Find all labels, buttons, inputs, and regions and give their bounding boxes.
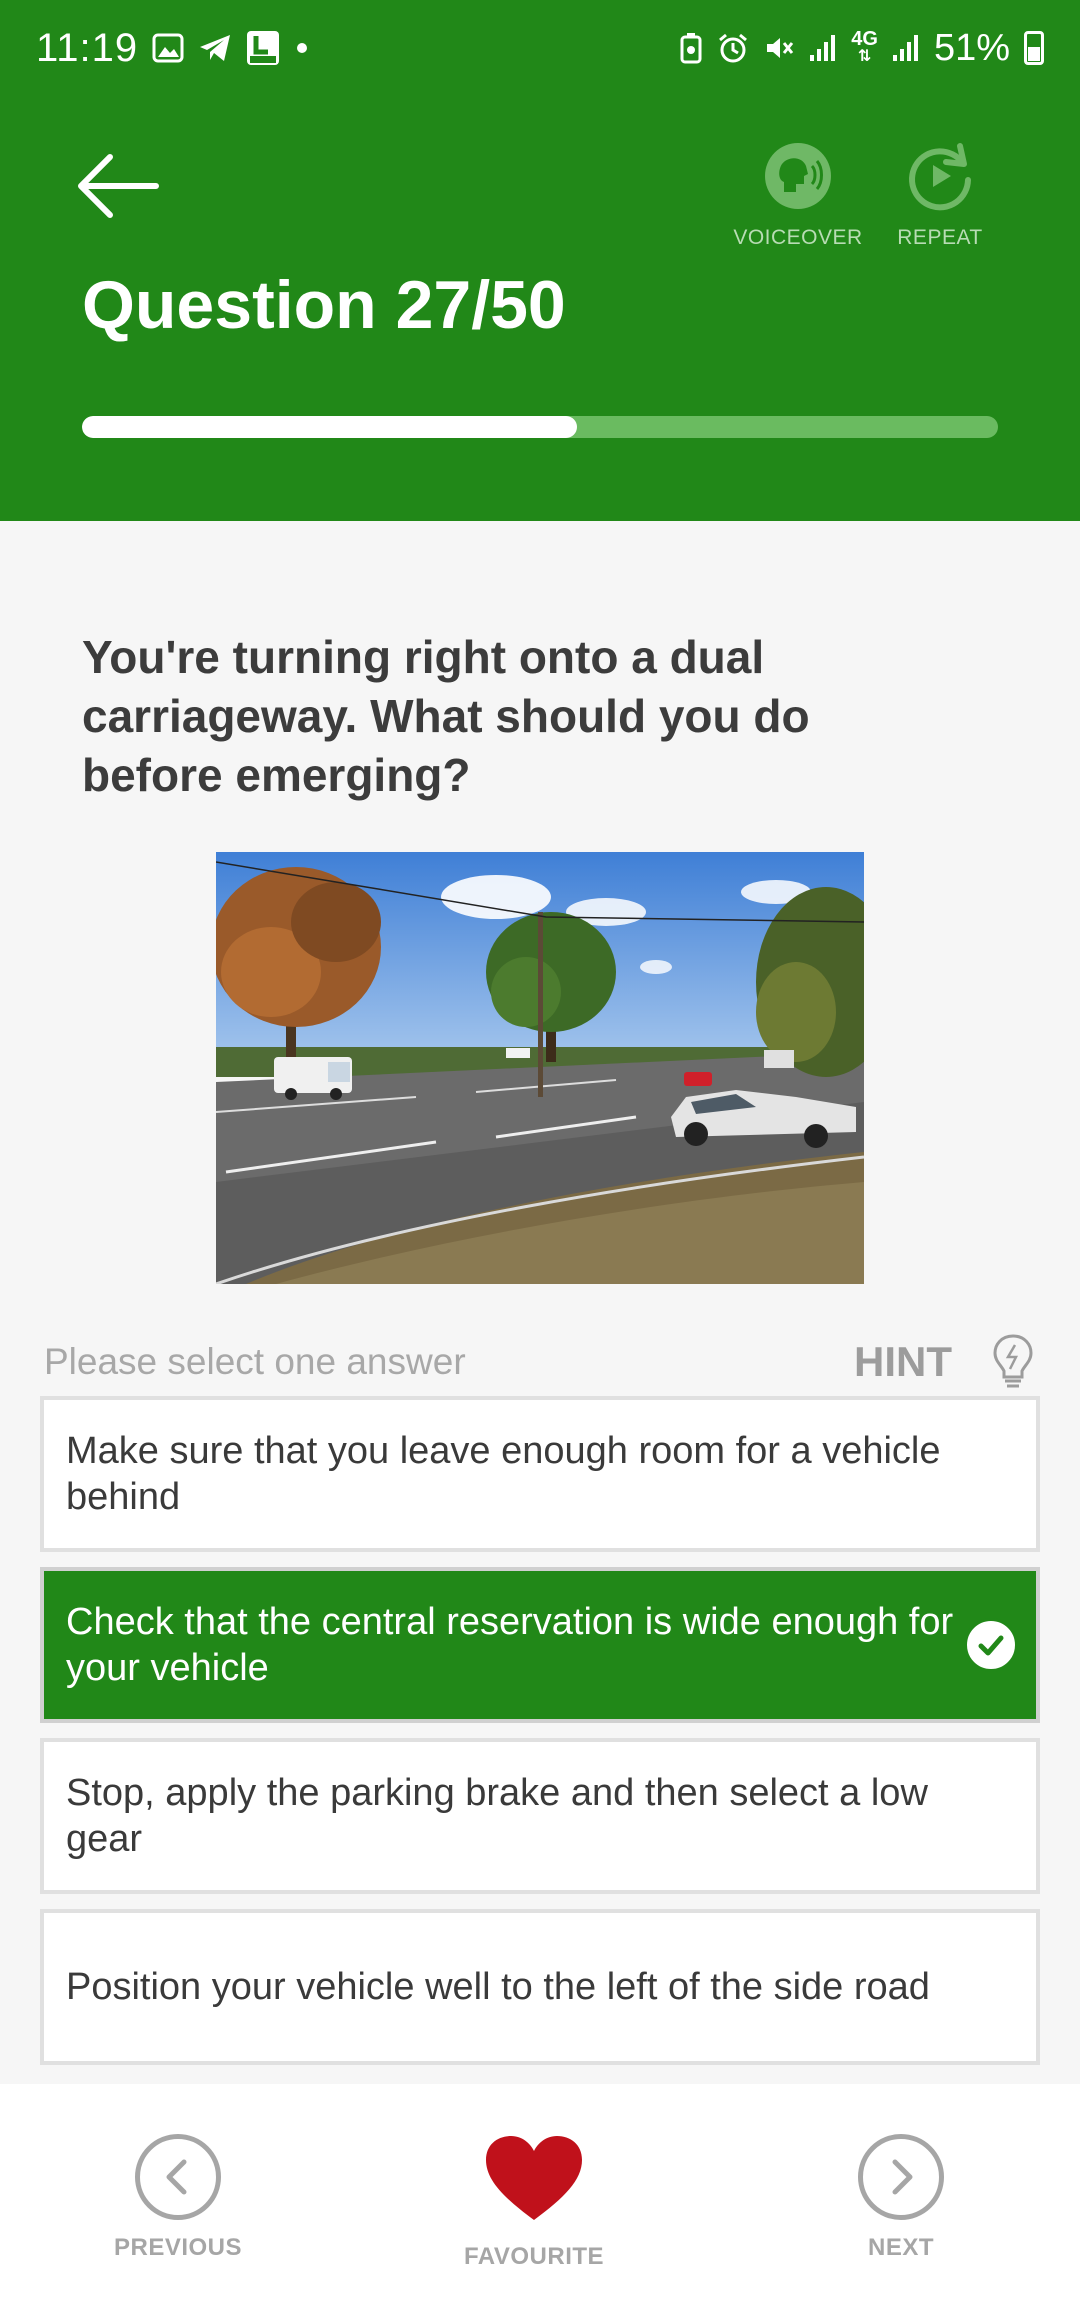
answer-option-3[interactable]: Stop, apply the parking brake and then s… [40, 1738, 1040, 1894]
question-text: You're turning right onto a dual carriag… [82, 631, 810, 801]
answer-text: Position your vehicle well to the left o… [66, 1966, 930, 2008]
repeat-button[interactable]: REPEAT [870, 140, 1010, 250]
answer-text: Check that the central reservation is wi… [66, 1601, 954, 1689]
voiceover-icon [762, 140, 834, 212]
battery-percentage: 51% [933, 26, 1010, 69]
back-arrow-icon [78, 154, 159, 218]
voiceover-button[interactable]: VOICEOVER [728, 140, 868, 250]
signal-icon-2 [892, 33, 920, 63]
answer-option-2[interactable]: Check that the central reservation is wi… [40, 1567, 1040, 1723]
replay-icon [904, 140, 976, 212]
bottom-navigation: PREVIOUS FAVOURITE NEXT [0, 2084, 1080, 2316]
back-button[interactable] [76, 146, 166, 226]
question-progress-bar [82, 416, 998, 438]
answer-option-1[interactable]: Make sure that you leave enough room for… [40, 1396, 1040, 1552]
favourite-button[interactable]: FAVOURITE [434, 2134, 634, 2271]
signal-icon-1 [809, 33, 837, 63]
progress-fill [82, 416, 577, 438]
network-type-icon: 4G ⇅ [851, 28, 878, 65]
mute-icon [763, 32, 795, 64]
answer-prompt-row: Please select one answer HINT [44, 1330, 1034, 1394]
gallery-icon [152, 33, 184, 63]
battery-icon [1024, 31, 1044, 65]
repeat-label: REPEAT [897, 226, 983, 249]
battery-saver-icon [679, 32, 703, 64]
notification-dot-icon [294, 40, 310, 56]
question-image [216, 852, 864, 1284]
answer-text: Make sure that you leave enough room for… [66, 1430, 941, 1518]
previous-button[interactable]: PREVIOUS [78, 2134, 278, 2262]
favourite-label: FAVOURITE [463, 2243, 605, 2270]
chevron-left-icon [135, 2134, 221, 2220]
app-4in1-icon [246, 30, 280, 66]
chevron-right-icon [858, 2134, 944, 2220]
lightbulb-icon [993, 1334, 1033, 1388]
heart-icon [486, 2136, 582, 2220]
answer-text: Stop, apply the parking brake and then s… [66, 1772, 928, 1860]
status-time: 11:19 [36, 25, 139, 70]
answer-option-4[interactable]: Position your vehicle well to the left o… [40, 1909, 1040, 2065]
previous-label: PREVIOUS [113, 2234, 243, 2261]
correct-check-icon [964, 1618, 1018, 1672]
hint-label: HINT [854, 1338, 952, 1385]
network-type-label: 4G [851, 28, 878, 50]
next-button[interactable]: NEXT [801, 2134, 1001, 2262]
status-bar: 11:19 4G ⇅ 51% [0, 0, 1080, 96]
voiceover-label: VOICEOVER [733, 226, 863, 249]
question-title: Question 27/50 [82, 267, 566, 343]
select-prompt: Please select one answer [44, 1341, 466, 1382]
alarm-icon [717, 32, 749, 64]
telegram-icon [198, 33, 232, 63]
next-label: NEXT [867, 2234, 934, 2261]
hint-button[interactable]: HINT [854, 1333, 1034, 1391]
question-header: VOICEOVER REPEAT Question 27/50 [0, 96, 1080, 521]
